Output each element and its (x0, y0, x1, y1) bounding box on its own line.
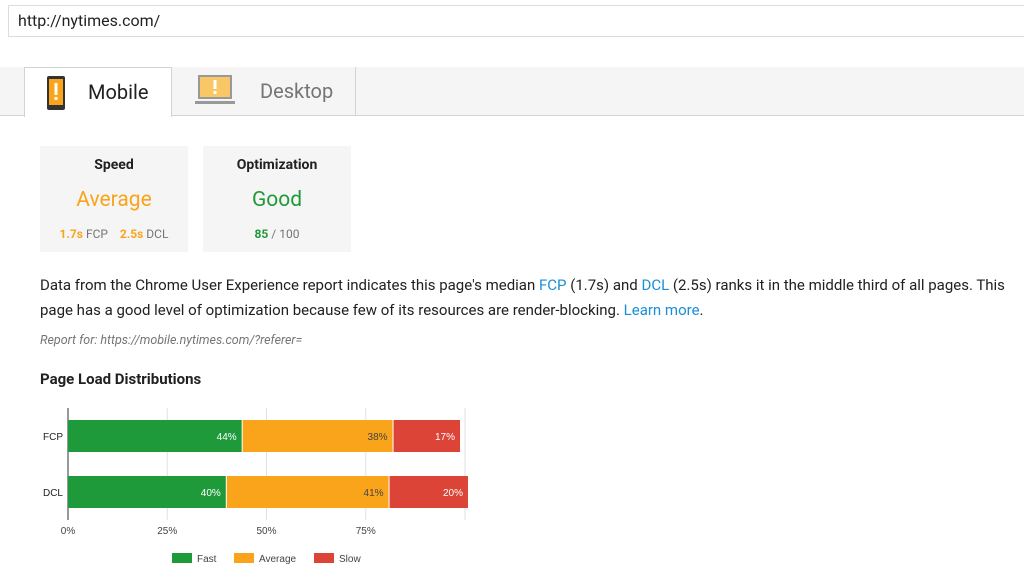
data-label: 38% (368, 432, 388, 443)
speed-dcl-value: 2.5s (119, 227, 144, 241)
category-label: FCP (43, 432, 63, 443)
learn-more-link[interactable]: Learn more (624, 301, 700, 319)
legend-label: Fast (197, 554, 217, 565)
tab-mobile[interactable]: Mobile (24, 67, 172, 117)
report-for-text: Report for: https://mobile.nytimes.com/?… (40, 333, 303, 348)
speed-card-value: Average (76, 188, 152, 212)
optimization-card-value: Good (251, 188, 303, 212)
data-label: 17% (435, 432, 455, 443)
summary-end: . (699, 300, 704, 319)
optimization-card: Optimization Good 85 / 100 (203, 146, 351, 252)
fcp-link[interactable]: FCP (539, 276, 567, 294)
speed-card-title: Speed (94, 157, 134, 173)
bar-segment-fast (68, 420, 242, 452)
optimization-score-max: / 100 (271, 227, 300, 241)
laptop-icon (195, 75, 235, 104)
optimization-score: 85 / 100 (203, 227, 351, 241)
summary-part2: (1.7s) and (566, 276, 642, 294)
legend-label: Average (259, 554, 297, 565)
speed-dcl-label: DCL (146, 227, 169, 241)
speed-fcp-value: 1.7s (59, 227, 83, 241)
x-tick-label: 0% (61, 526, 76, 537)
category-label: DCL (43, 488, 63, 499)
optimization-score-value: 85 (254, 227, 269, 241)
legend-swatch-fast (172, 553, 192, 563)
optimization-card-title: Optimization (236, 157, 318, 173)
tab-mobile-label: Mobile (88, 80, 149, 104)
x-tick-label: 25% (157, 526, 177, 537)
speed-card-metrics: 1.7s FCP 2.5s DCL (40, 227, 188, 241)
data-label: 20% (443, 488, 463, 499)
speed-fcp-label: FCP (85, 227, 108, 241)
tab-desktop-label: Desktop (260, 79, 334, 103)
legend-label: Slow (339, 554, 361, 565)
page-load-distributions-title: Page Load Distributions (40, 370, 202, 388)
url-input[interactable]: http://nytimes.com/ (8, 5, 1024, 37)
dcl-link[interactable]: DCL (641, 276, 669, 294)
data-label: 41% (364, 488, 384, 499)
tab-desktop[interactable]: Desktop (172, 67, 356, 116)
x-tick-label: 50% (256, 526, 276, 537)
summary-part1: Data from the Chrome User Experience rep… (40, 276, 539, 294)
speed-card: Speed Average 1.7s FCP 2.5s DCL (40, 146, 188, 252)
data-label: 40% (201, 488, 221, 499)
summary-text: Data from the Chrome User Experience rep… (40, 273, 1024, 322)
device-tab-strip: Mobile Desktop (0, 67, 1024, 117)
data-label: 44% (217, 432, 237, 443)
page-load-distribution-chart: 0% 25% 50% 75% FCP 44% 38% 17% DCL 40% 41% 20% Fast A… (43, 408, 468, 565)
legend-swatch-average (234, 553, 254, 563)
legend-swatch-slow (314, 553, 334, 563)
x-tick-label: 75% (356, 526, 376, 537)
mobile-phone-icon (47, 76, 65, 110)
